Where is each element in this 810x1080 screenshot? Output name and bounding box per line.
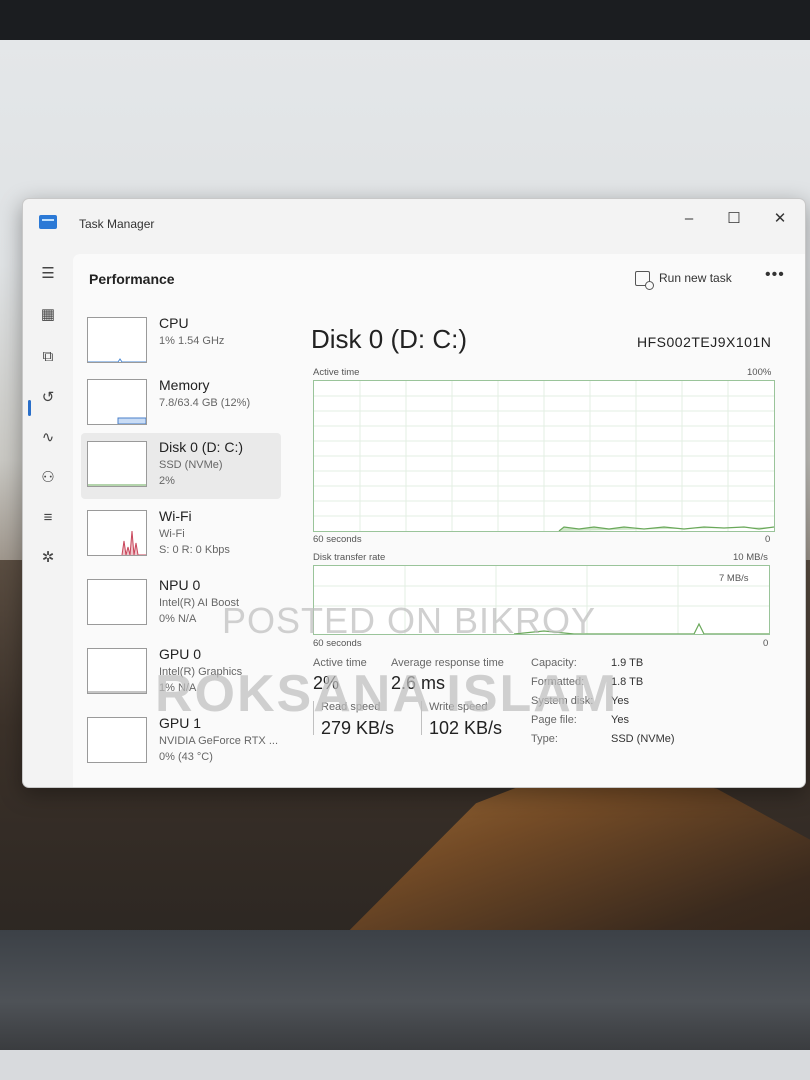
device-wifi[interactable]: Wi-Fi Wi-Fi S: 0 R: 0 Kbps (81, 502, 281, 568)
device-sub2: 0% (43 °C) (159, 751, 213, 763)
device-sub2: 1% N/A (159, 682, 197, 694)
stat-active-time-label: Active time (313, 657, 367, 669)
transfer-rate-max: 10 MB/s (733, 552, 768, 563)
users-icon[interactable]: ⚇ (37, 467, 59, 489)
task-manager-window: Task Manager – ☐ ✕ ☰ ▦ ⧉ ↺ ∿ ⚇ ≡ ✲ ⚙ Per… (22, 198, 806, 788)
device-name: Memory (159, 377, 210, 393)
page-title: Performance (89, 271, 175, 287)
hamburger-icon[interactable]: ☰ (37, 263, 59, 285)
device-sub: Intel(R) Graphics (159, 666, 243, 678)
cpu-thumbnail-graph (87, 317, 147, 363)
stat-write-label: Write speed (429, 701, 488, 713)
transfer-rate-inner: 7 MB/s (719, 573, 749, 584)
device-sub2: S: 0 R: 0 Kbps (159, 544, 230, 556)
more-options-button[interactable]: ••• (765, 266, 785, 284)
prop-capacity-value: 1.9 TB (611, 657, 644, 669)
performance-icon[interactable]: ⧉ (37, 346, 59, 368)
device-sub2: 2% (159, 475, 175, 487)
prop-system-disk-value: Yes (611, 695, 629, 707)
services-icon[interactable]: ✲ (37, 547, 59, 569)
disk-title: Disk 0 (D: C:) (311, 324, 467, 354)
navigation-rail: ☰ ▦ ⧉ ↺ ∿ ⚇ ≡ ✲ ⚙ (23, 249, 73, 787)
disk-model: HFS002TEJ9X101N (637, 334, 772, 350)
performance-page: Performance Run new task ••• CPU 1% 1.54… (73, 254, 805, 787)
details-icon[interactable]: ≡ (37, 507, 59, 529)
npu-thumbnail-graph (87, 579, 147, 625)
close-button[interactable]: ✕ (760, 205, 800, 233)
window-title: Task Manager (79, 217, 155, 231)
device-gpu-1[interactable]: GPU 1 NVIDIA GeForce RTX ... 0% (43 °C) (81, 709, 281, 775)
gpu0-thumbnail-graph (87, 648, 147, 694)
device-cpu[interactable]: CPU 1% 1.54 GHz (81, 309, 281, 375)
gpu1-thumbnail-graph (87, 717, 147, 763)
stat-write-value: 102 KB/s (429, 718, 503, 738)
device-name: NPU 0 (159, 577, 201, 593)
graph1-time-left: 60 seconds (313, 534, 362, 545)
processes-icon[interactable]: ▦ (37, 304, 59, 326)
prop-page-file-value: Yes (611, 714, 629, 726)
stat-response-label: Average response time (391, 657, 504, 669)
device-name: CPU (159, 315, 189, 331)
stat-response-value: 2.6 ms (391, 673, 446, 693)
disk-thumbnail-graph (87, 441, 147, 487)
device-sub: 1% 1.54 GHz (159, 335, 225, 347)
active-time-graph (313, 380, 775, 532)
monitor-bezel (0, 0, 810, 40)
device-sub: SSD (NVMe) (159, 459, 223, 471)
prop-formatted-label: Formatted: (531, 676, 585, 688)
prop-capacity-label: Capacity: (531, 657, 577, 669)
active-time-graph-label: Active time (313, 367, 360, 378)
device-disk-0[interactable]: Disk 0 (D: C:) SSD (NVMe) 2% (81, 433, 281, 499)
device-name: Wi-Fi (159, 508, 192, 524)
device-name: Disk 0 (D: C:) (159, 439, 243, 455)
device-gpu-0[interactable]: GPU 0 Intel(R) Graphics 1% N/A (81, 640, 281, 706)
app-history-icon[interactable]: ↺ (37, 387, 59, 409)
prop-formatted-value: 1.8 TB (611, 676, 644, 688)
run-new-task-button[interactable]: Run new task (635, 266, 732, 290)
device-npu-0[interactable]: NPU 0 Intel(R) AI Boost 0% N/A (81, 571, 281, 637)
minimize-button[interactable]: – (669, 205, 709, 233)
prop-type-label: Type: (531, 733, 558, 745)
selection-indicator (28, 400, 31, 416)
wifi-thumbnail-graph (87, 510, 147, 556)
wallpaper-water (0, 930, 810, 1050)
prop-type-value: SSD (NVMe) (611, 733, 675, 745)
stat-read-value: 279 KB/s (321, 718, 395, 738)
transfer-rate-graph (313, 565, 770, 635)
stat-active-time-value: 2% (313, 673, 340, 693)
device-sub2: 0% N/A (159, 613, 197, 625)
stat-read-label: Read speed (321, 701, 381, 713)
device-name: GPU 1 (159, 715, 202, 731)
device-sub: Intel(R) AI Boost (159, 597, 240, 609)
maximize-button[interactable]: ☐ (714, 205, 754, 233)
taskbar (0, 1050, 810, 1080)
memory-thumbnail-graph (87, 379, 147, 425)
divider (421, 701, 422, 735)
startup-apps-icon[interactable]: ∿ (37, 427, 59, 449)
prop-page-file-label: Page file: (531, 714, 577, 726)
device-sub: 7.8/63.4 GB (12%) (159, 397, 251, 409)
run-task-icon (635, 271, 654, 290)
device-sub: NVIDIA GeForce RTX ... (159, 735, 278, 747)
transfer-rate-label: Disk transfer rate (313, 552, 386, 563)
divider (313, 701, 314, 735)
task-manager-icon (39, 215, 57, 229)
device-sub: Wi-Fi (159, 528, 185, 540)
device-memory[interactable]: Memory 7.8/63.4 GB (12%) (81, 371, 281, 437)
device-name: GPU 0 (159, 646, 202, 662)
active-time-max-label: 100% (747, 367, 772, 378)
disk-stats: Active time 2% Average response time 2.6… (311, 643, 781, 773)
title-bar[interactable]: Task Manager – ☐ ✕ (23, 199, 805, 249)
prop-system-disk-label: System disk: (531, 695, 594, 707)
run-new-task-label: Run new task (659, 271, 732, 285)
graph1-time-right: 0 (765, 534, 771, 545)
